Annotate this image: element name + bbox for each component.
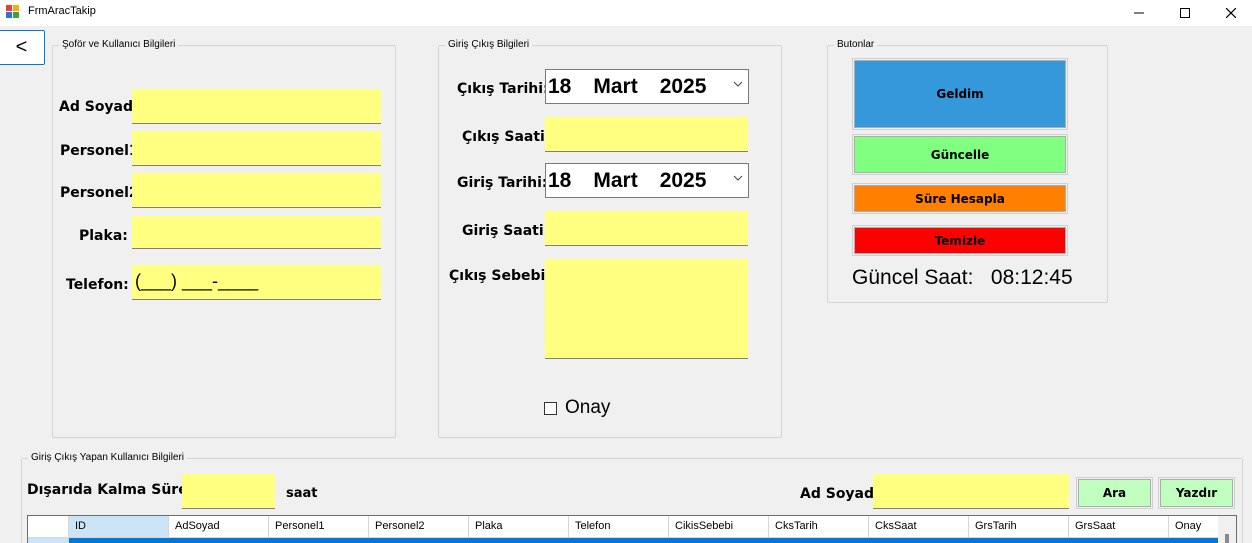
column-header-ckstarih[interactable]: CksTarih: [769, 516, 869, 538]
update-button[interactable]: Güncelle: [854, 136, 1066, 173]
phone-label: Telefon:: [66, 277, 129, 293]
app-form-icon: [6, 5, 20, 19]
chevron-down-icon[interactable]: [733, 79, 743, 89]
exit-date-year: 2025: [659, 74, 707, 98]
reason-label: Çıkış Sebebi:: [449, 268, 551, 284]
window-title: FrmAracTakip: [28, 5, 96, 17]
duration-label: Dışarıda Kalma Süresi:: [27, 482, 207, 498]
title-bar: FrmAracTakip: [0, 0, 1252, 26]
column-header-grssaat[interactable]: GrsSaat: [1069, 516, 1169, 538]
column-header-onay[interactable]: Onay: [1169, 516, 1219, 538]
exit-time-input[interactable]: [545, 117, 748, 152]
fullname-label: Ad Soyad:: [59, 99, 139, 115]
approve-checkbox[interactable]: [544, 401, 557, 415]
exit-date-label: Çıkış Tarihi:: [457, 81, 549, 97]
exit-date-picker[interactable]: 18 Mart 2025: [545, 69, 749, 104]
minimize-button[interactable]: [1116, 0, 1162, 26]
records-group-title: Giriş Çıkış Yapan Kullanıcı Bilgileri: [28, 452, 188, 463]
entry-time-input[interactable]: [545, 211, 748, 246]
column-header-plaka[interactable]: Plaka: [469, 516, 569, 538]
table-row[interactable]: [69, 538, 1219, 543]
chevron-down-icon[interactable]: [733, 173, 743, 183]
driver-group-title: Şoför ve Kullanıcı Bilgileri: [59, 39, 179, 50]
vertical-scrollbar[interactable]: [1218, 516, 1236, 543]
clock-label: Güncel Saat:: [852, 266, 974, 289]
duration-input[interactable]: [182, 474, 275, 509]
records-grid[interactable]: ID AdSoyad Personel1 Personel2 Plaka Tel…: [27, 515, 1237, 543]
entry-date-picker[interactable]: 18 Mart 2025: [545, 163, 749, 198]
entry-group-title: Giriş Çıkış Bilgileri: [445, 39, 533, 50]
print-button[interactable]: Yazdır: [1160, 479, 1233, 507]
column-header-ckssaat[interactable]: CksSaat: [869, 516, 969, 538]
exit-date-day: 18: [548, 74, 572, 98]
search-name-input[interactable]: [873, 474, 1069, 509]
arrived-button[interactable]: Geldim: [854, 60, 1066, 128]
personel2-input[interactable]: [132, 173, 381, 208]
row-header[interactable]: [28, 538, 69, 543]
exit-time-label: Çıkış Saati:: [462, 129, 551, 145]
column-header-grstarih[interactable]: GrsTarih: [969, 516, 1069, 538]
clock-value: 08:12:45: [990, 266, 1073, 289]
fullname-input[interactable]: [132, 89, 381, 124]
grid-header: ID AdSoyad Personel1 Personel2 Plaka Tel…: [28, 516, 1219, 538]
close-icon: [1226, 8, 1236, 18]
entry-time-label: Giriş Saati:: [462, 223, 550, 239]
entry-date-year: 2025: [659, 168, 707, 192]
search-button[interactable]: Ara: [1078, 479, 1151, 507]
back-button[interactable]: <: [0, 30, 45, 65]
entry-date-label: Giriş Tarihi:: [457, 175, 548, 191]
search-name-label: Ad Soyad:: [800, 486, 880, 502]
personel1-input[interactable]: [132, 131, 381, 166]
column-header-cikissebebi[interactable]: CikisSebebi: [669, 516, 769, 538]
approve-checkbox-row[interactable]: Onay: [544, 397, 610, 419]
exit-date-month: Mart: [593, 74, 638, 98]
approve-label[interactable]: Onay: [565, 397, 610, 419]
plate-label: Plaka:: [79, 228, 128, 244]
column-header-telefon[interactable]: Telefon: [569, 516, 669, 538]
buttons-group-title: Butonlar: [834, 39, 878, 50]
maximize-button[interactable]: [1162, 0, 1208, 26]
column-header-adsoyad[interactable]: AdSoyad: [169, 516, 269, 538]
column-header-personel1[interactable]: Personel1: [269, 516, 369, 538]
grid-corner[interactable]: [28, 516, 69, 538]
phone-input[interactable]: (___) ___-____: [132, 265, 381, 300]
column-header-personel2[interactable]: Personel2: [369, 516, 469, 538]
clear-button[interactable]: Temizle: [854, 227, 1066, 254]
entry-date-day: 18: [548, 168, 572, 192]
scrollbar-thumb[interactable]: [1225, 534, 1229, 543]
current-time-display: Güncel Saat: 08:12:45: [852, 266, 1073, 290]
plate-input[interactable]: [132, 216, 381, 249]
entry-date-month: Mart: [593, 168, 638, 192]
duration-unit-label: saat: [286, 486, 318, 501]
reason-textarea[interactable]: [545, 259, 748, 359]
close-button[interactable]: [1208, 0, 1252, 26]
calculate-duration-button[interactable]: Süre Hesapla: [854, 185, 1066, 212]
minimize-icon: [1134, 12, 1144, 14]
maximize-icon: [1180, 8, 1190, 18]
column-header-id[interactable]: ID: [69, 516, 169, 538]
